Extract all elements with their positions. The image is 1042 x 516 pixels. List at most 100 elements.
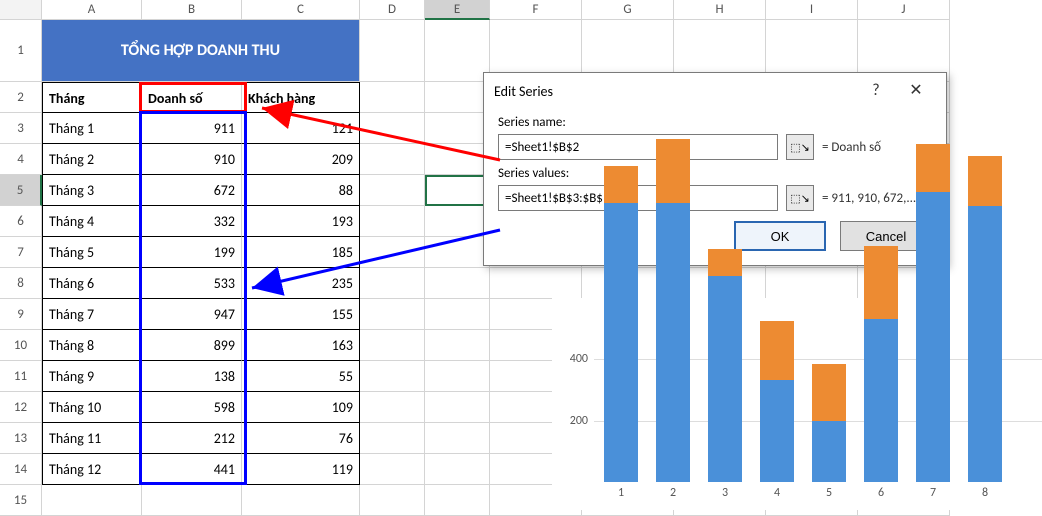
cell-customers-10[interactable]: 109: [242, 392, 360, 423]
dialog-close-button[interactable]: ✕: [896, 76, 936, 106]
cell-revenue-5[interactable]: 199: [142, 237, 242, 268]
cell-revenue-8[interactable]: 899: [142, 330, 242, 361]
cell-revenue-11[interactable]: 212: [142, 423, 242, 454]
row-header-1[interactable]: 1: [0, 20, 42, 82]
cell-month-11[interactable]: Tháng 11: [42, 423, 142, 454]
cell-customers-8[interactable]: 163: [242, 330, 360, 361]
cell-b15[interactable]: [142, 485, 242, 516]
cell-blank[interactable]: [425, 299, 490, 330]
cell-customers-1[interactable]: 121: [242, 113, 360, 144]
cell-revenue-2[interactable]: 910: [142, 144, 242, 175]
cell-blank[interactable]: [360, 299, 425, 330]
cell-revenue-12[interactable]: 441: [142, 454, 242, 485]
col-header-j[interactable]: J: [858, 0, 950, 20]
cell-c15[interactable]: [242, 485, 360, 516]
cell-blank[interactable]: [360, 423, 425, 454]
cell-revenue-10[interactable]: 598: [142, 392, 242, 423]
cell-blank[interactable]: [360, 330, 425, 361]
row-header-15[interactable]: 15: [0, 485, 42, 516]
cell-d15[interactable]: [360, 485, 425, 516]
cell-revenue-4[interactable]: 332: [142, 206, 242, 237]
cell-month-8[interactable]: Tháng 8: [42, 330, 142, 361]
cell-blank[interactable]: [360, 206, 425, 237]
cell-blank[interactable]: [360, 175, 425, 206]
row-header-7[interactable]: 7: [0, 237, 42, 268]
row-header-6[interactable]: 6: [0, 206, 42, 237]
row-header-2[interactable]: 2: [0, 82, 42, 113]
cell-month-4[interactable]: Tháng 4: [42, 206, 142, 237]
col-header-g[interactable]: G: [582, 0, 674, 20]
series-name-range-button[interactable]: ⬚↘: [786, 134, 814, 160]
chart-bar-4[interactable]: [760, 321, 794, 482]
cell-month-10[interactable]: Tháng 10: [42, 392, 142, 423]
header-revenue[interactable]: Doanh số: [142, 82, 242, 113]
chart-bar-5[interactable]: [812, 364, 846, 482]
cell-customers-2[interactable]: 209: [242, 144, 360, 175]
chart-bar-8[interactable]: [968, 156, 1002, 482]
cell-blank[interactable]: [425, 175, 490, 206]
cell-customers-12[interactable]: 119: [242, 454, 360, 485]
cell-blank[interactable]: [360, 144, 425, 175]
col-header-a[interactable]: A: [42, 0, 142, 20]
cell-month-9[interactable]: Tháng 9: [42, 361, 142, 392]
cell-e15[interactable]: [425, 485, 490, 516]
col-header-c[interactable]: C: [242, 0, 360, 20]
col-header-i[interactable]: I: [766, 0, 858, 20]
cell-blank[interactable]: [360, 361, 425, 392]
cell-month-3[interactable]: Tháng 3: [42, 175, 142, 206]
cell-revenue-3[interactable]: 672: [142, 175, 242, 206]
row-header-9[interactable]: 9: [0, 299, 42, 330]
col-header-d[interactable]: D: [360, 0, 425, 20]
table-title[interactable]: TỔNG HỢP DOANH THU: [42, 20, 360, 82]
cell-blank[interactable]: [425, 392, 490, 423]
col-header-e[interactable]: E: [425, 0, 490, 20]
cell-blank[interactable]: [425, 268, 490, 299]
cell-customers-4[interactable]: 193: [242, 206, 360, 237]
cell-a15[interactable]: [42, 485, 142, 516]
row-header-14[interactable]: 14: [0, 454, 42, 485]
chart-bar-6[interactable]: [864, 246, 898, 482]
cell-blank[interactable]: [425, 330, 490, 361]
cell-month-12[interactable]: Tháng 12: [42, 454, 142, 485]
cell-blank[interactable]: [360, 268, 425, 299]
chart-bar-2[interactable]: [656, 139, 690, 482]
cell-blank[interactable]: [360, 454, 425, 485]
cell-blank[interactable]: [425, 454, 490, 485]
cell-revenue-1[interactable]: 911: [142, 113, 242, 144]
cell-blank[interactable]: [360, 392, 425, 423]
select-all-corner[interactable]: [0, 0, 42, 20]
cell-blank[interactable]: [425, 144, 490, 175]
cell-customers-6[interactable]: 235: [242, 268, 360, 299]
cell-blank[interactable]: [425, 237, 490, 268]
cell-customers-11[interactable]: 76: [242, 423, 360, 454]
cell-revenue-9[interactable]: 138: [142, 361, 242, 392]
row-header-11[interactable]: 11: [0, 361, 42, 392]
col-header-h[interactable]: H: [674, 0, 766, 20]
cell-e2[interactable]: [425, 82, 490, 113]
cell-customers-3[interactable]: 88: [242, 175, 360, 206]
cell-month-2[interactable]: Tháng 2: [42, 144, 142, 175]
cell-customers-7[interactable]: 155: [242, 299, 360, 330]
cell-month-1[interactable]: Tháng 1: [42, 113, 142, 144]
cell-revenue-7[interactable]: 947: [142, 299, 242, 330]
cell-blank[interactable]: [425, 423, 490, 454]
chart-bar-7[interactable]: [916, 144, 950, 482]
dialog-help-button[interactable]: ?: [856, 76, 896, 106]
row-header-13[interactable]: 13: [0, 423, 42, 454]
row-header-8[interactable]: 8: [0, 268, 42, 299]
cell-blank[interactable]: [360, 237, 425, 268]
row-header-10[interactable]: 10: [0, 330, 42, 361]
cell-month-5[interactable]: Tháng 5: [42, 237, 142, 268]
row-header-4[interactable]: 4: [0, 144, 42, 175]
cell-month-7[interactable]: Tháng 7: [42, 299, 142, 330]
embedded-chart[interactable]: 200400 12345678: [552, 298, 1042, 510]
row-header-3[interactable]: 3: [0, 113, 42, 144]
header-customers[interactable]: Khách hàng: [242, 82, 360, 113]
cell-blank[interactable]: [425, 361, 490, 392]
cell-d1[interactable]: [360, 20, 425, 82]
cell-d2[interactable]: [360, 82, 425, 113]
row-header-12[interactable]: 12: [0, 392, 42, 423]
row-header-5[interactable]: 5: [0, 175, 42, 206]
col-header-b[interactable]: B: [142, 0, 242, 20]
series-name-input[interactable]: [498, 134, 778, 160]
